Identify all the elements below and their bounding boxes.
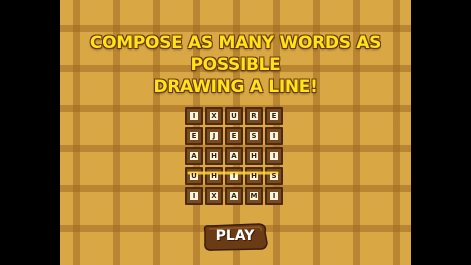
letter-tile[interactable]: A xyxy=(225,187,243,205)
letter-tile-label: H xyxy=(211,151,217,160)
letter-tile-label: A xyxy=(191,151,197,160)
letter-tile-label: I xyxy=(272,191,276,200)
letter-tile[interactable]: M xyxy=(245,187,263,205)
letter-tile[interactable]: H xyxy=(245,167,263,185)
instruction-line-1: COMPOSE AS MANY WORDS AS POSSIBLE xyxy=(89,33,382,75)
letter-tile-label: X xyxy=(211,111,217,120)
letter-tile[interactable]: A xyxy=(185,147,203,165)
letter-tile-label: H xyxy=(251,171,257,180)
letter-tile-label: S xyxy=(251,131,257,140)
letter-tile[interactable]: X xyxy=(205,187,223,205)
letter-tile-label: U xyxy=(231,111,237,120)
letter-tile[interactable]: I xyxy=(265,127,283,145)
letter-tile-label: A xyxy=(231,191,237,200)
letter-tile-label: I xyxy=(272,131,276,140)
letter-tile[interactable]: E xyxy=(225,127,243,145)
letter-tile-label: M xyxy=(250,191,258,200)
letterbox-right xyxy=(411,0,471,265)
letter-tile[interactable]: U xyxy=(225,107,243,125)
letter-tile[interactable]: U xyxy=(185,167,203,185)
letter-tile[interactable]: X xyxy=(205,107,223,125)
letter-tile-label: H xyxy=(251,151,257,160)
letterbox-left xyxy=(0,0,60,265)
letter-tile-label: J xyxy=(212,131,216,140)
letter-tile[interactable]: I xyxy=(265,147,283,165)
letter-tile-label: X xyxy=(211,191,217,200)
letter-tile-label: E xyxy=(191,131,197,140)
letter-tile[interactable]: I xyxy=(265,187,283,205)
letter-tile[interactable]: E xyxy=(265,107,283,125)
letter-tile-label: H xyxy=(211,171,217,180)
letter-tile-label: A xyxy=(231,151,237,160)
letter-tile[interactable]: A xyxy=(225,147,243,165)
instruction-title: COMPOSE AS MANY WORDS AS POSSIBLE DRAWIN… xyxy=(60,32,411,98)
letter-tile[interactable]: S xyxy=(265,167,283,185)
letter-tile[interactable]: I xyxy=(185,187,203,205)
letter-tile-label: I xyxy=(192,191,196,200)
letter-tile[interactable]: S xyxy=(245,127,263,145)
letter-tile[interactable]: I xyxy=(225,167,243,185)
letter-board: I X U R E E J E S I A H A H I U H I H S I X A M I xyxy=(184,106,284,205)
letter-tile[interactable]: J xyxy=(205,127,223,145)
letter-tile[interactable]: I xyxy=(185,107,203,125)
letter-tile-label: E xyxy=(271,111,277,120)
game-screen: COMPOSE AS MANY WORDS AS POSSIBLE DRAWIN… xyxy=(0,0,471,265)
play-button-label: PLAY xyxy=(215,228,255,244)
letter-tile[interactable]: H xyxy=(205,147,223,165)
play-button[interactable]: PLAY xyxy=(201,222,269,252)
letter-tile[interactable]: R xyxy=(245,107,263,125)
letter-tile-label: I xyxy=(192,111,196,120)
letter-tile[interactable]: H xyxy=(205,167,223,185)
letter-tile-label: S xyxy=(271,171,277,180)
letter-tile-label: R xyxy=(251,111,257,120)
letter-tile-label: E xyxy=(231,131,237,140)
letter-tile[interactable]: E xyxy=(185,127,203,145)
letter-tile-label: I xyxy=(232,171,236,180)
letter-tile-label: U xyxy=(191,171,197,180)
letter-tile-label: I xyxy=(272,151,276,160)
instruction-line-2: DRAWING A LINE! xyxy=(153,77,318,97)
letter-tile[interactable]: H xyxy=(245,147,263,165)
